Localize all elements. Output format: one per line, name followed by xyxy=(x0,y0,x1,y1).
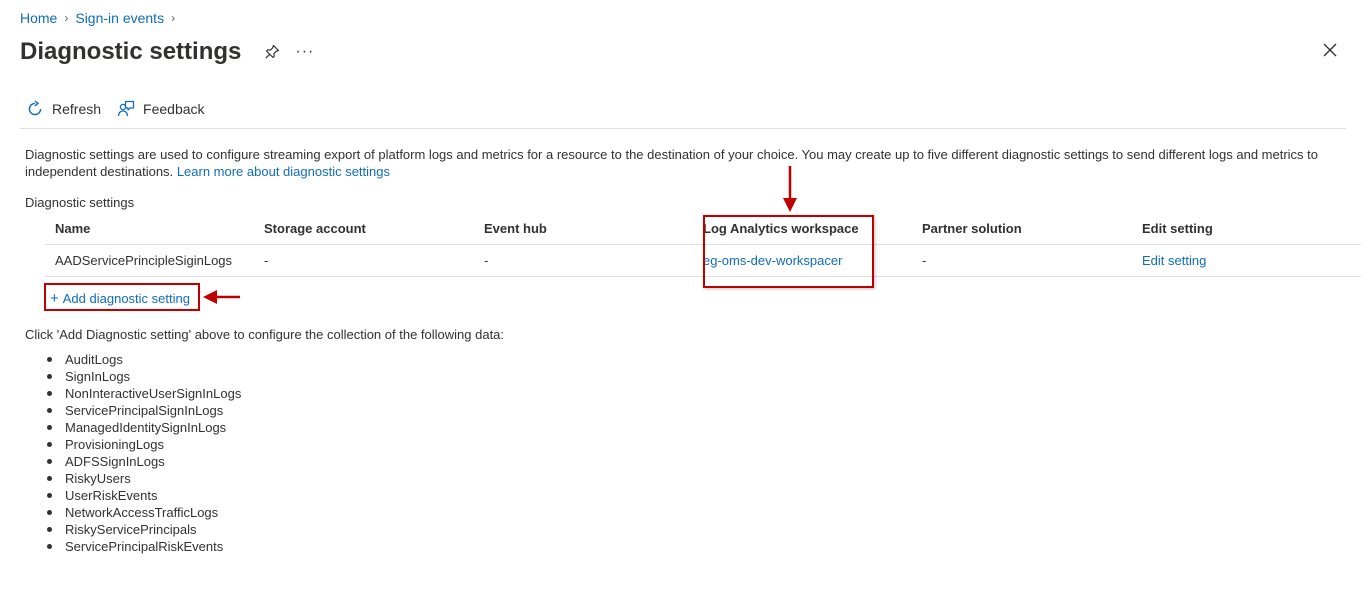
log-category-list: AuditLogs SignInLogs NonInteractiveUserS… xyxy=(47,351,241,555)
arrow-left-icon xyxy=(203,290,240,304)
list-item: ServicePrincipalRiskEvents xyxy=(47,538,241,555)
list-item: UserRiskEvents xyxy=(47,487,241,504)
command-bar: Refresh Feedback xyxy=(26,100,221,118)
page-title: Diagnostic settings xyxy=(20,38,242,65)
refresh-icon xyxy=(28,100,42,116)
list-item: NonInteractiveUserSignInLogs xyxy=(47,385,241,402)
breadcrumb-home[interactable]: Home xyxy=(20,10,57,26)
toolbar-divider xyxy=(20,128,1346,129)
list-item: ADFSSignInLogs xyxy=(47,453,241,470)
column-header-event-hub: Event hub xyxy=(484,220,547,236)
edit-setting-link[interactable]: Edit setting xyxy=(1142,253,1206,268)
breadcrumb: Home › Sign-in events › xyxy=(20,10,182,26)
learn-more-link[interactable]: Learn more about diagnostic settings xyxy=(177,164,390,179)
column-header-name: Name xyxy=(55,220,91,236)
title-row: Diagnostic settings ··· xyxy=(20,38,314,66)
refresh-button[interactable]: Refresh xyxy=(26,100,101,118)
column-header-storage: Storage account xyxy=(264,220,366,236)
feedback-button[interactable]: Feedback xyxy=(117,100,205,118)
chevron-right-icon: › xyxy=(171,11,176,25)
section-label: Diagnostic settings xyxy=(25,195,135,210)
cell-partner: - xyxy=(922,253,927,268)
list-item: SignInLogs xyxy=(47,368,241,385)
cell-event-hub: - xyxy=(484,253,489,268)
list-item: AuditLogs xyxy=(47,351,241,368)
list-item: ManagedIdentitySignInLogs xyxy=(47,419,241,436)
list-item: NetworkAccessTrafficLogs xyxy=(47,504,241,521)
list-item: RiskyUsers xyxy=(47,470,241,487)
refresh-label: Refresh xyxy=(52,101,102,117)
info-text: Click 'Add Diagnostic setting' above to … xyxy=(25,327,505,342)
annotation-box-add-setting xyxy=(44,283,200,311)
feedback-icon xyxy=(117,100,135,117)
feedback-label: Feedback xyxy=(143,101,205,117)
list-item: RiskyServicePrincipals xyxy=(47,521,241,538)
more-options-button[interactable]: ··· xyxy=(295,43,314,61)
column-header-partner: Partner solution xyxy=(922,220,1022,236)
description: Diagnostic settings are used to configur… xyxy=(25,146,1345,180)
pin-icon[interactable] xyxy=(263,43,281,61)
annotation-box-workspace xyxy=(703,215,874,288)
column-header-edit: Edit setting xyxy=(1142,220,1213,236)
breadcrumb-sign-in-events[interactable]: Sign-in events xyxy=(75,10,164,26)
list-item: ServicePrincipalSignInLogs xyxy=(47,402,241,419)
chevron-right-icon: › xyxy=(64,11,69,25)
close-icon[interactable] xyxy=(1322,42,1338,58)
cell-name: AADServicePrincipleSiginLogs xyxy=(55,253,233,268)
cell-storage: - xyxy=(264,253,269,268)
list-item: ProvisioningLogs xyxy=(47,436,241,453)
